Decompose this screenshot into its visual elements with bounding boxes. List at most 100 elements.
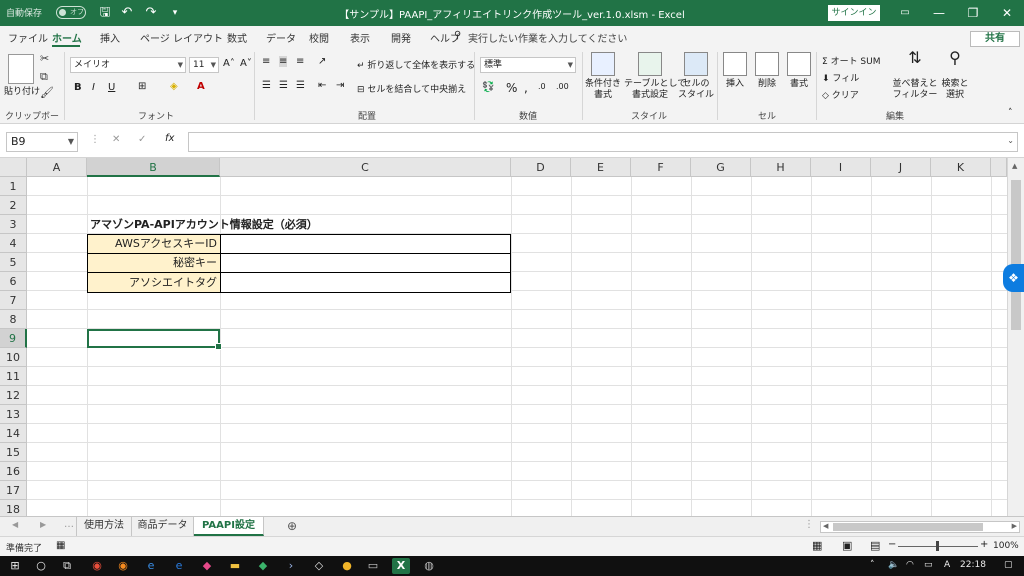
row-header-8[interactable]: 8 <box>0 310 27 329</box>
confirm-entry-icon[interactable]: ✓ <box>138 134 146 145</box>
column-header-c[interactable]: C <box>220 158 511 177</box>
scroll-right-icon[interactable]: ▶ <box>1012 522 1017 530</box>
align-top-icon[interactable]: ≡ <box>262 56 270 67</box>
tab-view[interactable]: 表示 <box>350 30 370 45</box>
collapse-ribbon-icon[interactable]: ˄ <box>1008 108 1013 118</box>
zoom-in-icon[interactable]: + <box>980 539 988 550</box>
format-cells-button[interactable]: 書式 <box>784 52 814 106</box>
excel-taskbar-icon[interactable]: X <box>392 558 410 574</box>
tab-formulas[interactable]: 数式 <box>227 30 247 45</box>
battery-icon[interactable]: ▭ <box>924 560 933 570</box>
app-icon[interactable]: ◇ <box>310 558 328 574</box>
wrap-text-button[interactable]: ↵ 折り返して全体を表示する <box>357 58 475 71</box>
column-header-i[interactable]: I <box>811 158 871 177</box>
row-header-5[interactable]: 5 <box>0 253 27 272</box>
increase-font-icon[interactable]: A˄ <box>223 58 235 69</box>
align-center-icon[interactable]: ☰ <box>279 80 288 91</box>
minimize-button[interactable]: — <box>922 0 956 26</box>
app-icon[interactable]: ◆ <box>198 558 216 574</box>
currency-icon[interactable]: 💱 <box>482 82 494 93</box>
tab-data[interactable]: データ <box>266 30 296 45</box>
prev-sheet-icon[interactable]: ◀ <box>12 520 18 529</box>
font-size-select[interactable]: 11 ▼ <box>189 57 219 73</box>
paste-label[interactable]: 貼り付け <box>4 84 40 97</box>
horizontal-scrollbar[interactable]: ◀ ▶ <box>820 521 1020 533</box>
fill-color-icon[interactable]: ◈ <box>170 81 178 92</box>
row-header-11[interactable]: 11 <box>0 367 27 386</box>
column-header-k[interactable]: K <box>931 158 991 177</box>
row-header-1[interactable]: 1 <box>0 177 27 196</box>
row-header-10[interactable]: 10 <box>0 348 27 367</box>
app-icon[interactable]: ◍ <box>420 558 438 574</box>
tray-chevron-icon[interactable]: ˄ <box>870 560 875 570</box>
wifi-icon[interactable]: ◠ <box>906 560 914 570</box>
merge-center-button[interactable]: ⊟ セルを結合して中央揃え <box>357 82 466 95</box>
align-bottom-icon[interactable]: ≡ <box>296 56 304 67</box>
signin-button[interactable]: サインイン <box>828 5 880 21</box>
column-header-b[interactable]: B <box>87 158 220 177</box>
row-header-2[interactable]: 2 <box>0 196 27 215</box>
autosave-toggle[interactable]: オフ <box>56 6 86 19</box>
volume-icon[interactable]: 🔈 <box>888 560 899 570</box>
cut-icon[interactable]: ✂ <box>40 52 49 65</box>
redo-icon[interactable]: ↷ <box>142 4 160 22</box>
expand-formula-icon[interactable]: ⌄ <box>1007 136 1014 145</box>
tell-me-input[interactable]: 実行したい作業を入力してください <box>468 30 627 45</box>
formula-input[interactable]: ⌄ <box>188 132 1018 152</box>
row-header-9[interactable]: 9 <box>0 329 27 348</box>
split-handle-icon[interactable]: ⋮ <box>804 519 814 530</box>
align-left-icon[interactable]: ☰ <box>262 80 271 91</box>
zoom-out-icon[interactable]: − <box>888 539 896 550</box>
clock[interactable]: 22:18 <box>960 560 986 570</box>
sort-filter-button[interactable]: ⇅ 並べ替えと フィルター <box>892 50 938 106</box>
vertical-scroll-thumb[interactable] <box>1011 180 1021 330</box>
decrease-decimal-icon[interactable]: .00 <box>556 82 569 91</box>
row-header-6[interactable]: 6 <box>0 272 27 291</box>
increase-decimal-icon[interactable]: .0 <box>538 82 546 91</box>
aws-access-key-input[interactable] <box>220 234 511 254</box>
sheet-tab-product-data[interactable]: 商品データ <box>132 517 194 536</box>
cortana-icon[interactable]: ○ <box>32 558 50 574</box>
scroll-left-icon[interactable]: ◀ <box>823 522 828 530</box>
tab-file[interactable]: ファイル <box>8 30 48 45</box>
row-header-17[interactable]: 17 <box>0 481 27 500</box>
ribbon-display-options-icon[interactable]: ▭ <box>888 0 922 26</box>
page-break-view-icon[interactable]: ▤ <box>870 539 880 552</box>
number-format-select[interactable]: 標準 ▼ <box>480 57 576 73</box>
app-icon[interactable]: ◆ <box>254 558 272 574</box>
select-all-corner[interactable] <box>0 158 27 177</box>
worksheet-grid[interactable]: A B C D E F G H I J K 1 2 3 4 5 6 7 8 9 10 11 12 13 1… <box>0 158 1024 516</box>
bold-icon[interactable]: B <box>74 82 82 93</box>
undo-icon[interactable]: ↶ <box>118 4 136 22</box>
notifications-icon[interactable]: ▢ <box>1004 560 1013 570</box>
font-name-select[interactable]: メイリオ ▼ <box>70 57 186 73</box>
restore-button[interactable]: ❐ <box>956 0 990 26</box>
cancel-entry-icon[interactable]: ✕ <box>112 134 120 145</box>
row-header-12[interactable]: 12 <box>0 386 27 405</box>
borders-icon[interactable]: ⊞ <box>138 81 146 92</box>
autosum-button[interactable]: Σ オート SUM <box>822 54 881 67</box>
next-sheet-icon[interactable]: ▶ <box>40 520 46 529</box>
column-header-d[interactable]: D <box>511 158 571 177</box>
ime-indicator[interactable]: A <box>944 560 950 570</box>
tab-insert[interactable]: 挿入 <box>100 30 120 45</box>
chrome-icon[interactable]: ◉ <box>88 558 106 574</box>
file-explorer-icon[interactable]: ▬ <box>226 558 244 574</box>
terminal-icon[interactable]: ▭ <box>364 558 382 574</box>
indent-icon[interactable]: ⇤ <box>318 80 326 91</box>
close-button[interactable]: ✕ <box>990 0 1024 26</box>
scroll-up-icon[interactable]: ▲ <box>1012 162 1017 170</box>
zoom-slider-knob[interactable] <box>936 541 939 551</box>
zoom-level[interactable]: 100% <box>993 541 1019 551</box>
align-middle-icon[interactable]: ≡ <box>279 56 288 67</box>
fill-button[interactable]: ⬇ フィル <box>822 71 859 84</box>
font-color-icon[interactable]: A <box>197 81 205 92</box>
active-cell-b9[interactable] <box>87 329 222 350</box>
horizontal-scroll-thumb[interactable] <box>833 523 983 531</box>
tab-developer[interactable]: 開発 <box>391 30 411 45</box>
column-header-h[interactable]: H <box>751 158 811 177</box>
page-layout-view-icon[interactable]: ▣ <box>842 539 852 552</box>
column-header-partial[interactable] <box>991 158 1007 177</box>
sheet-list-icon[interactable]: … <box>64 519 74 530</box>
decrease-font-icon[interactable]: A˅ <box>240 58 252 69</box>
